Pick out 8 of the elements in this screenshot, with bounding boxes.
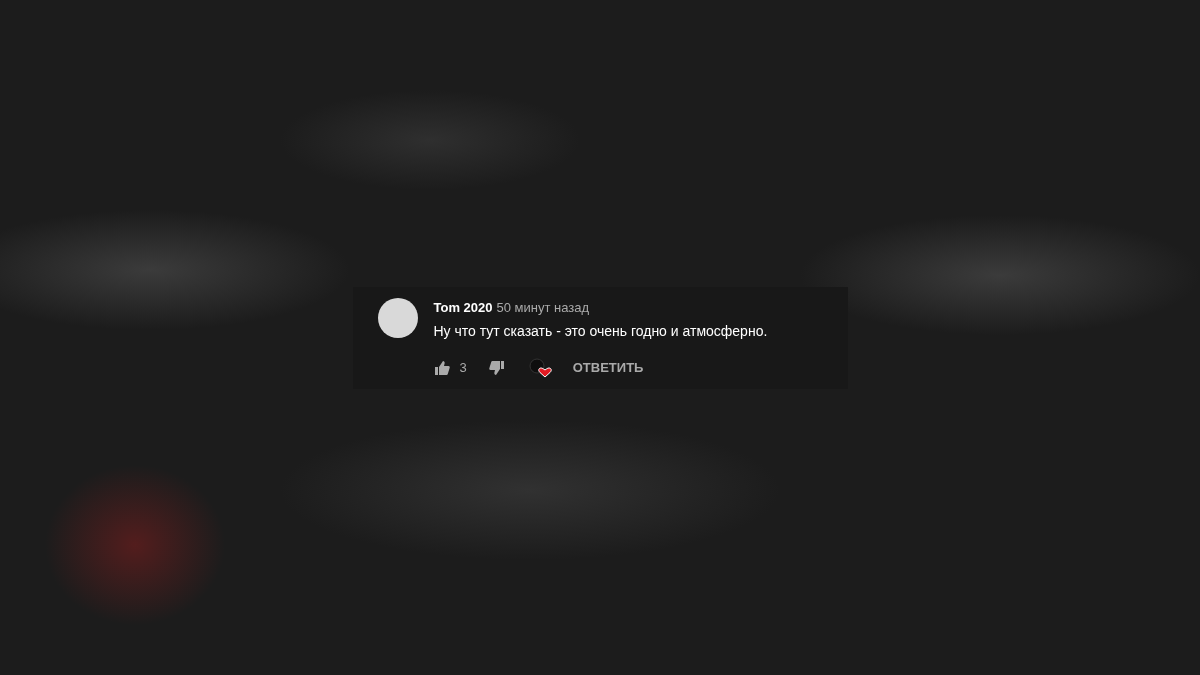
- author-name[interactable]: Tom 2020: [433, 297, 493, 317]
- like-button[interactable]: [433, 360, 450, 376]
- dislike-button[interactable]: [488, 360, 505, 376]
- like-count: 3: [459, 359, 467, 378]
- avatar: [377, 297, 418, 338]
- reply-button[interactable]: ОТВЕТИТЬ: [572, 358, 644, 378]
- comment-text: Ну что тут сказать - это очень годно и атмосферно.: [433, 322, 768, 341]
- comment-time[interactable]: 50 минут назад: [496, 297, 590, 317]
